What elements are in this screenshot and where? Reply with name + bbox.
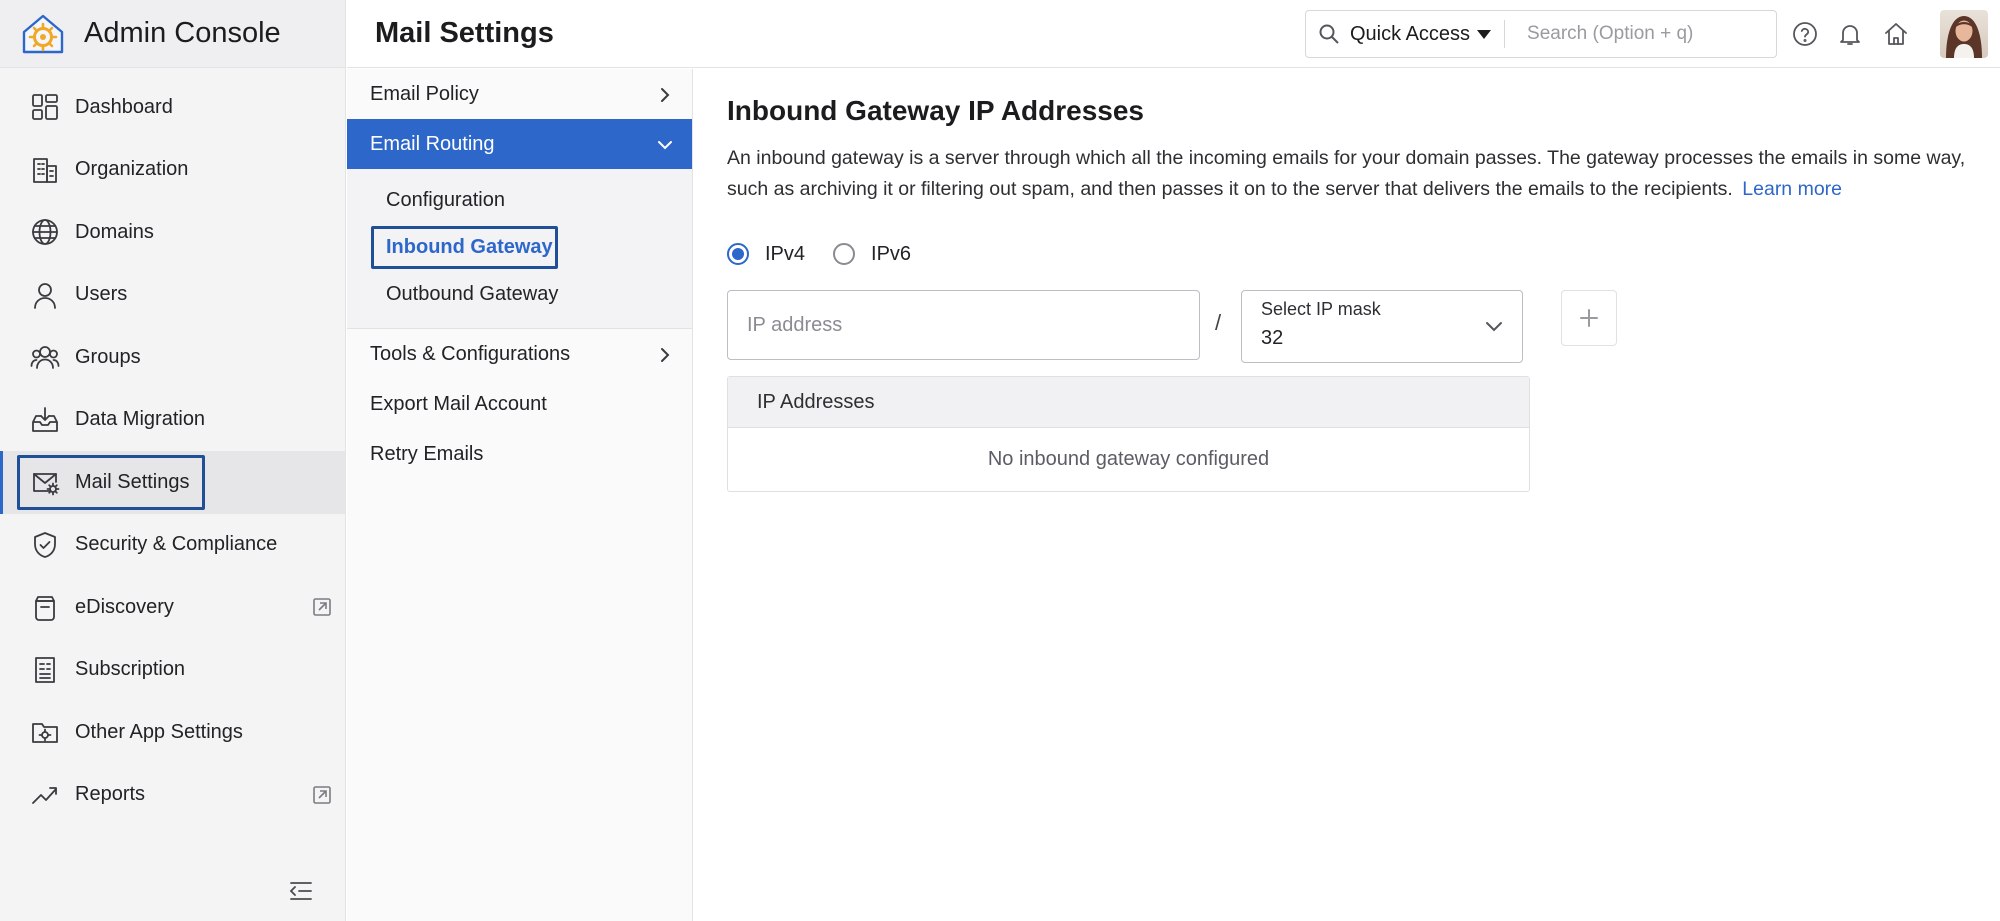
ip-version-radio-group: IPv4 IPv6 — [727, 239, 1967, 269]
caret-down-icon[interactable] — [1477, 29, 1492, 39]
sidebar-item-users[interactable]: Users — [0, 264, 345, 327]
subnav-tools-configurations[interactable]: Tools & Configurations — [347, 329, 692, 379]
sidebar-item-label: Subscription — [75, 658, 186, 681]
ip-entry-row: / Select IP mask 32 — [727, 290, 1967, 370]
ip-addresses-table: IP Addresses No inbound gateway configur… — [727, 376, 1530, 492]
sidebar-item-label: Reports — [75, 783, 146, 806]
bell-icon[interactable] — [1837, 21, 1863, 47]
subnav-retry-emails[interactable]: Retry Emails — [347, 429, 692, 479]
radio-label: IPv6 — [871, 242, 912, 265]
admin-console-logo-icon — [20, 11, 66, 57]
sidebar-item-other-app-settings[interactable]: Other App Settings — [0, 701, 345, 764]
search-input[interactable] — [1527, 23, 1758, 45]
sidebar-item-label: Dashboard — [75, 95, 173, 118]
brand: Admin Console — [0, 0, 345, 68]
archive-icon — [29, 591, 61, 623]
chevron-down-icon — [1484, 319, 1504, 333]
trend-icon — [29, 779, 61, 811]
invoice-icon — [29, 654, 61, 686]
globe-icon — [29, 216, 61, 248]
subnav-label: Tools & Configurations — [370, 342, 571, 365]
cidr-slash: / — [1215, 310, 1222, 335]
radio-ipv4[interactable]: IPv4 — [727, 243, 805, 266]
focus-highlight — [17, 455, 205, 510]
subnav-outbound-gateway[interactable]: Outbound Gateway — [347, 271, 692, 318]
subnav-label: Email Policy — [370, 82, 479, 105]
ip-mask-select[interactable]: Select IP mask 32 — [1241, 290, 1523, 363]
ip-mask-value: 32 — [1261, 327, 1284, 349]
help-icon[interactable] — [1792, 21, 1818, 47]
radio-label: IPv4 — [765, 242, 806, 265]
collapse-sidebar-icon[interactable] — [288, 880, 314, 902]
ip-address-input[interactable] — [727, 290, 1200, 360]
home-icon[interactable] — [1883, 21, 1909, 47]
section-description: An inbound gateway is a server through w… — [727, 143, 1967, 205]
avatar[interactable] — [1940, 10, 1988, 58]
sidebar-item-label: Groups — [75, 345, 141, 368]
sidebar-item-domains[interactable]: Domains — [0, 201, 345, 264]
user-icon — [29, 279, 61, 311]
subnav-export-mail-account[interactable]: Export Mail Account — [347, 379, 692, 429]
sidebar-item-dashboard[interactable]: Dashboard — [0, 76, 345, 139]
chevron-right-icon — [658, 346, 672, 362]
sidebar-item-label: Security & Compliance — [75, 533, 278, 556]
shield-icon — [29, 529, 61, 561]
inbox-download-icon — [29, 404, 61, 436]
focus-highlight — [371, 226, 558, 269]
sidebar-item-reports[interactable]: Reports — [0, 764, 345, 827]
radio-selected-icon[interactable] — [727, 243, 749, 265]
building-icon — [29, 154, 61, 186]
subnav-email-policy[interactable]: Email Policy — [347, 69, 692, 119]
sidebar-item-label: Organization — [75, 158, 189, 181]
open-external-icon[interactable] — [312, 785, 332, 805]
sidebar-item-label: Users — [75, 283, 128, 306]
chevron-down-icon — [658, 136, 672, 152]
sidebar-item-label: Domains — [75, 220, 154, 243]
subnav-email-routing[interactable]: Email Routing — [347, 119, 692, 169]
email-routing-children: Configuration Inbound Gateway Outbound G… — [347, 169, 692, 329]
plus-icon — [1580, 309, 1598, 327]
sidebar-nav: Dashboard Organization Domains Users Gro… — [0, 76, 345, 826]
table-header: IP Addresses — [728, 377, 1529, 428]
top-header: Mail Settings Quick Access — [347, 0, 2000, 68]
folder-gear-icon — [29, 716, 61, 748]
group-icon — [29, 341, 61, 373]
add-ip-button[interactable] — [1561, 290, 1617, 346]
quick-access-dropdown[interactable]: Quick Access — [1350, 23, 1470, 46]
sidebar-item-label: Data Migration — [75, 408, 206, 431]
radio-ipv6[interactable]: IPv6 — [833, 243, 911, 266]
subnav-label: Email Routing — [370, 132, 495, 155]
subnav-inbound-gateway[interactable]: Inbound Gateway — [347, 224, 692, 271]
section-title: Inbound Gateway IP Addresses — [727, 95, 1145, 126]
sidebar: Admin Console Dashboard Organization Dom… — [0, 0, 346, 921]
quick-access-search-bar: Quick Access — [1305, 10, 1777, 58]
subnav-configuration[interactable]: Configuration — [347, 177, 692, 224]
search-icon — [1318, 23, 1340, 45]
sidebar-item-data-migration[interactable]: Data Migration — [0, 389, 345, 452]
open-external-icon[interactable] — [312, 597, 332, 617]
dashboard-icon — [29, 91, 61, 123]
radio-unselected-icon[interactable] — [833, 243, 856, 265]
app-title: Admin Console — [84, 17, 281, 49]
main-content: Inbound Gateway IP Addresses An inbound … — [727, 69, 1967, 492]
sidebar-item-label: Other App Settings — [75, 720, 243, 743]
divider — [1504, 20, 1506, 48]
sidebar-item-ediscovery[interactable]: eDiscovery — [0, 576, 345, 639]
table-empty-state: No inbound gateway configured — [987, 448, 1270, 470]
sidebar-item-mail-settings[interactable]: Mail Settings — [0, 451, 345, 514]
ip-mask-label: Select IP mask — [1261, 299, 1381, 319]
sidebar-item-subscription[interactable]: Subscription — [0, 639, 345, 702]
sidebar-item-label: eDiscovery — [75, 595, 174, 618]
sidebar-item-groups[interactable]: Groups — [0, 326, 345, 389]
sidebar-item-organization[interactable]: Organization — [0, 139, 345, 202]
mail-settings-subnav: Email Policy Email Routing Configuration… — [347, 69, 693, 921]
learn-more-link[interactable]: Learn more — [1742, 178, 1842, 200]
page-title: Mail Settings — [375, 17, 554, 49]
chevron-right-icon — [658, 86, 672, 102]
sidebar-item-security-compliance[interactable]: Security & Compliance — [0, 514, 345, 577]
